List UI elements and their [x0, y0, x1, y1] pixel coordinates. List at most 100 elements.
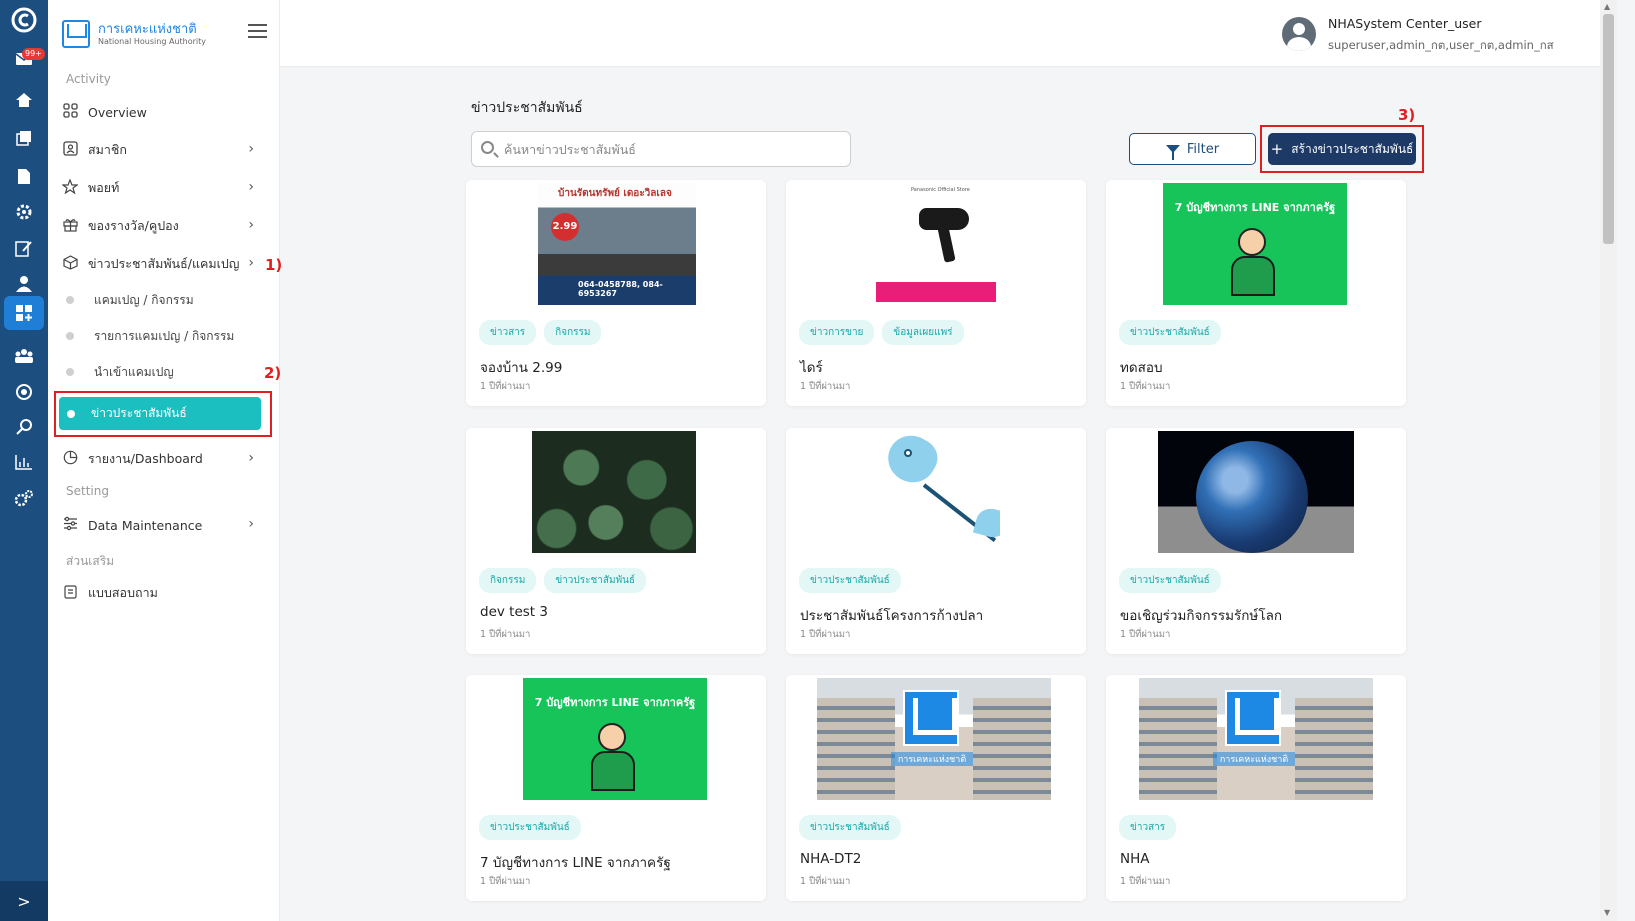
app-logo-icon[interactable] — [0, 4, 48, 36]
filter-icon — [1165, 144, 1180, 160]
card-thumbnail-line: 7 บัญชีทางการ LINE จากภาครัฐ — [523, 678, 707, 800]
filter-button[interactable]: Filter — [1129, 133, 1256, 165]
scrollbar-thumb[interactable] — [1603, 14, 1614, 244]
building-illustration — [973, 698, 1051, 800]
settings-icon[interactable] — [0, 196, 48, 228]
news-card[interactable]: ข่าวประชาสัมพันธ์ ประชาสัมพันธ์โครงการก้… — [786, 428, 1086, 654]
category-tag: ข่าวประชาสัมพันธ์ — [1119, 568, 1221, 593]
pie-chart-icon — [60, 450, 80, 469]
card-thumbnail-nha-building: การเคหะแห่งชาติ — [817, 678, 1051, 800]
card-title: dev test 3 — [480, 604, 548, 620]
nha-logo-icon — [903, 690, 959, 746]
category-tag: ข่าวประชาสัมพันธ์ — [799, 815, 901, 840]
fish-tail-illustration — [972, 505, 1000, 541]
category-tag: ข่าวสาร — [479, 320, 537, 345]
news-card[interactable]: ข่าวประชาสัมพันธ์ ขอเชิญร่วมกิจกรรมรักษ์… — [1106, 428, 1406, 654]
card-title: จองบ้าน 2.99 — [480, 360, 563, 376]
bullet-icon — [66, 332, 74, 340]
card-thumbnail-earth — [1158, 431, 1354, 553]
sidebar-subitem-campaign-list[interactable]: รายการแคมเปญ / กิจกรรม — [66, 322, 266, 350]
card-thumbnail-hair-dryer: Panasonic Official Store — [876, 183, 996, 305]
sidebar-item-members[interactable]: สมาชิก › — [60, 135, 272, 165]
top-bar: NHASystem Center_user superuser,admin_กต… — [280, 0, 1600, 67]
brand-name-english: National Housing Authority — [98, 36, 206, 46]
fish-eye-illustration — [904, 449, 912, 457]
news-card[interactable]: 7 บัญชีทางการ LINE จากภาครัฐ ข่าวประชาสั… — [466, 675, 766, 901]
copy-icon[interactable] — [0, 122, 48, 154]
sidebar-item-points[interactable]: พอยท์ › — [60, 173, 272, 203]
earth-illustration — [1196, 441, 1308, 553]
sidebar-subitem-label: แคมเปญ / กิจกรรม — [94, 292, 194, 307]
brand-logo[interactable]: การเคหะแห่งชาติ National Housing Authori… — [62, 20, 206, 48]
search-icon[interactable] — [0, 410, 48, 442]
building-illustration — [1139, 698, 1217, 800]
section-label-extra: ส่วนเสริม — [66, 554, 115, 568]
news-search[interactable] — [471, 131, 851, 167]
category-tag: ข่าวประชาสัมพันธ์ — [479, 815, 581, 840]
news-card[interactable]: 7 บัญชีทางการ LINE จากภาครัฐ ข่าวประชาสั… — [1106, 180, 1406, 406]
document-icon[interactable] — [0, 160, 48, 192]
category-tag: ข่าวประชาสัมพันธ์ — [1119, 320, 1221, 345]
bullet-icon — [66, 368, 74, 376]
sidebar-item-label: รายงาน/Dashboard — [88, 451, 203, 466]
page-title: ข่าวประชาสัมพันธ์ — [471, 100, 583, 116]
chevron-right-icon: › — [248, 141, 254, 157]
sidebar-subitem-campaign[interactable]: แคมเปญ / กิจกรรม — [66, 286, 266, 314]
user-avatar[interactable] — [1282, 17, 1316, 51]
thumbnail-text: Panasonic Official Store — [911, 187, 970, 193]
news-card[interactable]: การเคหะแห่งชาติ ข่าวประชาสัมพันธ์ NHA-DT… — [786, 675, 1086, 901]
news-card[interactable]: การเคหะแห่งชาติ ข่าวสาร NHA 1 ปีที่ผ่านม… — [1106, 675, 1406, 901]
callout-box-2 — [54, 391, 272, 437]
news-card[interactable]: กิจกรรม ข่าวประชาสัมพันธ์ dev test 3 1 ป… — [466, 428, 766, 654]
thumbnail-text: 064-0458788, 084-6953267 — [578, 280, 663, 298]
chevron-right-icon: › — [248, 255, 254, 271]
sidebar-item-data-maintenance[interactable]: Data Maintenance › — [60, 510, 272, 540]
category-tag: ข่าวสาร — [1119, 815, 1177, 840]
card-title: NHA — [1120, 851, 1150, 867]
brand-name-thai: การเคหะแห่งชาติ — [98, 21, 197, 37]
card-title: NHA-DT2 — [800, 851, 862, 867]
id-card-icon — [60, 140, 80, 160]
icon-rail: 99+ > — [0, 0, 48, 921]
card-timestamp: 1 ปีที่ผ่านมา — [1120, 629, 1171, 640]
home-icon[interactable] — [0, 84, 48, 116]
edit-icon[interactable] — [0, 232, 48, 264]
person-illustration — [598, 723, 626, 751]
scroll-down-arrow-icon[interactable]: ▼ — [1604, 908, 1610, 917]
group-icon[interactable] — [0, 340, 48, 372]
card-thumbnail-nha-building: การเคหะแห่งชาติ — [1139, 678, 1373, 800]
thumbnail-text: 7 บัญชีทางการ LINE จากภาครัฐ — [1174, 201, 1336, 214]
sidebar-item-report[interactable]: รายงาน/Dashboard › — [60, 444, 272, 474]
sidebar-item-news-campaign[interactable]: ข่าวประชาสัมพันธ์/แคมเปญ › — [60, 249, 272, 279]
search-input[interactable] — [504, 132, 844, 166]
card-title: 7 บัญชีทางการ LINE จากภาครัฐ — [480, 855, 671, 871]
expand-rail-button[interactable]: > — [0, 881, 48, 921]
chevron-right-icon: › — [248, 450, 254, 466]
user-name: NHASystem Center_user — [1328, 16, 1482, 31]
card-thumbnail-line: 7 บัญชีทางการ LINE จากภาครัฐ — [1163, 183, 1347, 305]
gears-icon[interactable] — [0, 482, 48, 514]
news-card[interactable]: Panasonic Official Store ข่าวการขาย ข้อม… — [786, 180, 1086, 406]
sidebar-subitem-import[interactable]: นำเข้าแคมเปญ — [66, 358, 266, 386]
scroll-up-arrow-icon[interactable]: ▲ — [1604, 2, 1610, 11]
sidebar-item-label: Overview — [88, 104, 147, 120]
category-tag: ข้อมูลเผยแพร่ — [882, 320, 964, 345]
sidebar-subitem-label: รายการแคมเปญ / กิจกรรม — [94, 328, 235, 343]
menu-toggle-icon[interactable] — [248, 24, 267, 38]
sidebar-item-survey[interactable]: แบบสอบถาม — [60, 578, 272, 608]
sidebar-item-overview[interactable]: Overview — [60, 97, 272, 127]
sidebar-item-rewards[interactable]: ของรางวัล/คูปอง › — [60, 211, 272, 241]
dashboard-icon[interactable] — [4, 296, 44, 330]
news-card[interactable]: บ้านรัตนทรัพย์ เดอะวิลเลจ 2.99 064-04587… — [466, 180, 766, 406]
badge-icon[interactable] — [0, 376, 48, 408]
nha-logo-icon — [1225, 690, 1281, 746]
chevron-right-icon: › — [248, 516, 254, 532]
callout-label-3: 3) — [1398, 106, 1416, 124]
card-title: ไดร์ — [800, 360, 823, 376]
sidebar-item-label: ของรางวัล/คูปอง — [88, 218, 179, 233]
category-tag: กิจกรรม — [544, 320, 602, 345]
chevron-right-icon: › — [248, 179, 254, 195]
chart-icon[interactable] — [0, 446, 48, 478]
clipboard-icon — [60, 584, 80, 603]
person-body-illustration — [1231, 256, 1275, 296]
